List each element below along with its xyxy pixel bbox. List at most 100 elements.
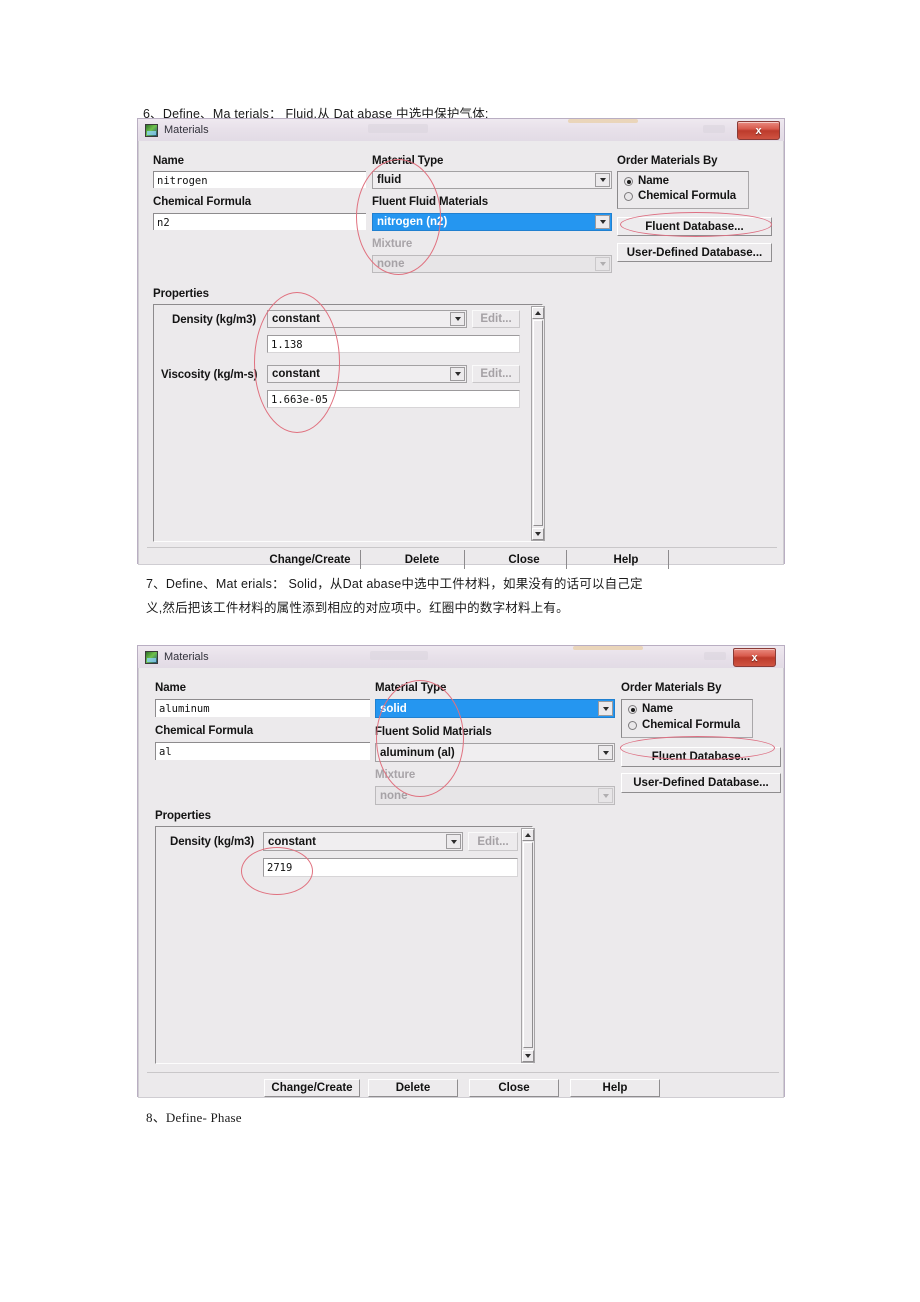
dialog1-properties-scrollbar[interactable] xyxy=(531,306,545,541)
dialog1-viscosity-method-combo[interactable]: constant xyxy=(267,365,467,383)
dialog2-change-create-button[interactable]: Change/Create xyxy=(264,1079,360,1097)
chevron-down-icon[interactable] xyxy=(595,173,610,187)
dialog1-viscosity-label: Viscosity (kg/m-s) xyxy=(161,369,258,381)
dialog2-radio-chemical-formula[interactable] xyxy=(628,721,637,730)
dialog2-fluent-materials-combo[interactable]: aluminum (al) xyxy=(375,743,615,762)
dialog1-change-create-button[interactable]: Change/Create xyxy=(262,551,358,568)
dialog2-titlebar[interactable]: Materials x xyxy=(138,646,784,668)
chevron-down-icon[interactable] xyxy=(598,701,613,716)
dialog1-viscosity-value-input[interactable]: 1.663e-05 xyxy=(267,390,520,408)
dialog2-material-type-label: Material Type xyxy=(375,682,447,694)
dialog1-radio-chemical-formula[interactable] xyxy=(624,192,633,201)
dialog2-radio-chemical-formula-label: Chemical Formula xyxy=(642,719,741,731)
chevron-down-icon xyxy=(595,257,610,271)
dialog1-material-type-label: Material Type xyxy=(372,155,444,167)
dialog2-fluent-materials-value: aluminum (al) xyxy=(380,746,455,759)
dialog2-material-type-combo[interactable]: solid xyxy=(375,699,615,718)
chevron-down-icon[interactable] xyxy=(450,367,465,381)
dialog2-density-method-value: constant xyxy=(268,835,316,848)
dialog1-title: Materials xyxy=(164,124,209,136)
dialog1-chemical-formula-label: Chemical Formula xyxy=(153,196,252,208)
scroll-down-icon[interactable] xyxy=(522,1050,534,1062)
dialog2-name-label: Name xyxy=(155,682,186,694)
dialog1-delete-button[interactable]: Delete xyxy=(382,551,462,568)
dialog2-density-value-input[interactable]: 2719 xyxy=(263,858,518,877)
dialog2-density-method-combo[interactable]: constant xyxy=(263,832,463,851)
dialog1-fluent-materials-combo[interactable]: nitrogen (n2) xyxy=(372,213,612,231)
dialog2-user-defined-database-button[interactable]: User-Defined Database... xyxy=(621,773,781,793)
dialog1-radio-name-label: Name xyxy=(638,175,669,187)
dialog1-material-type-combo[interactable]: fluid xyxy=(372,171,612,189)
dialog2-close-footer-button[interactable]: Close xyxy=(469,1079,559,1097)
dialog2-properties-scrollbar[interactable] xyxy=(521,828,535,1063)
scroll-up-icon[interactable] xyxy=(522,829,534,841)
dialog2-chemical-formula-label: Chemical Formula xyxy=(155,725,254,737)
dialog1-radio-name[interactable] xyxy=(624,177,633,186)
materials-app-icon xyxy=(145,650,158,664)
dialog1-mixture-value: none xyxy=(377,258,405,270)
dialog2-radio-name[interactable] xyxy=(628,705,637,714)
dialog2-help-button[interactable]: Help xyxy=(570,1079,660,1097)
dialog2-properties-panel: Density (kg/m3) constant Edit... 2719 xyxy=(155,826,533,1064)
dialog1-user-defined-database-button[interactable]: User-Defined Database... xyxy=(617,243,772,262)
dialog1-mixture-label: Mixture xyxy=(372,238,413,250)
dialog1-fluent-materials-value: nitrogen (n2) xyxy=(377,216,448,228)
document-page: 6、Define、Ma terials： Fluid,从 Dat abase 中… xyxy=(0,0,920,1302)
dialog1-help-button[interactable]: Help xyxy=(586,551,666,568)
dialog1-order-materials-group: Name Chemical Formula xyxy=(617,171,749,209)
dialog1-viscosity-edit-button: Edit... xyxy=(472,365,520,383)
dialog1-footer-divider xyxy=(147,547,777,548)
chevron-down-icon[interactable] xyxy=(598,745,613,760)
dialog1-name-input[interactable]: nitrogen xyxy=(153,171,366,188)
dialog1-viscosity-method-value: constant xyxy=(272,368,320,380)
dialog2-properties-label: Properties xyxy=(155,810,211,822)
dialog2-mixture-combo: none xyxy=(375,786,615,805)
dialog1-close-button[interactable]: x xyxy=(737,121,780,140)
dialog2-material-type-value: solid xyxy=(380,702,407,715)
titlebar-ghost-6 xyxy=(704,652,726,660)
scroll-up-icon[interactable] xyxy=(532,307,544,319)
doc-step-7-text-line2: 义,然后把该工件材料的属性添到相应的对应项中。红圈中的数字材料上有。 xyxy=(146,601,569,615)
dialog1-density-edit-button: Edit... xyxy=(472,310,520,328)
dialog2-mixture-value: none xyxy=(380,789,408,802)
dialog2-order-materials-by-label: Order Materials By xyxy=(621,682,722,694)
dialog1-titlebar[interactable]: Materials x xyxy=(138,119,784,141)
dialog2-close-button[interactable]: x xyxy=(733,648,776,667)
dialog2-fluent-materials-label: Fluent Solid Materials xyxy=(375,726,492,738)
chevron-down-icon[interactable] xyxy=(450,312,465,326)
footer-sep-2 xyxy=(464,550,465,569)
dialog1-mixture-combo: none xyxy=(372,255,612,273)
dialog2-delete-button[interactable]: Delete xyxy=(368,1079,458,1097)
dialog1-density-value-input[interactable]: 1.138 xyxy=(267,335,520,353)
dialog2-radio-name-label: Name xyxy=(642,703,673,715)
dialog2-chemical-formula-input[interactable]: al xyxy=(155,742,370,760)
dialog2-footer-divider xyxy=(147,1072,779,1073)
footer-sep-3 xyxy=(566,550,567,569)
scroll-down-icon[interactable] xyxy=(532,528,544,540)
titlebar-ghost-3 xyxy=(703,125,725,133)
titlebar-ghost-1 xyxy=(368,124,428,133)
dialog1-fluent-materials-label: Fluent Fluid Materials xyxy=(372,196,489,208)
dialog1-close-footer-button[interactable]: Close xyxy=(484,551,564,568)
chevron-down-icon[interactable] xyxy=(595,215,610,229)
dialog2-order-materials-group: Name Chemical Formula xyxy=(621,699,753,738)
materials-app-icon xyxy=(145,123,158,137)
scrollbar-thumb[interactable] xyxy=(533,320,543,526)
dialog2-density-edit-button: Edit... xyxy=(468,832,518,851)
dialog2-name-input[interactable]: aluminum xyxy=(155,699,370,717)
dialog1-body: Name nitrogen Chemical Formula n2 Materi… xyxy=(138,141,784,569)
chevron-down-icon xyxy=(598,788,613,803)
dialog1-properties-panel: Density (kg/m3) constant Edit... 1.138 V… xyxy=(153,304,543,542)
dialog1-density-method-combo[interactable]: constant xyxy=(267,310,467,328)
materials-dialog-1: Materials x Name nitrogen Chemical Formu… xyxy=(137,118,785,569)
dialog2-body: Name aluminum Chemical Formula al Materi… xyxy=(138,668,784,1098)
dialog2-fluent-database-button[interactable]: Fluent Database... xyxy=(621,747,781,767)
dialog1-material-type-value: fluid xyxy=(377,174,402,186)
chevron-down-icon[interactable] xyxy=(446,834,461,849)
dialog2-density-label: Density (kg/m3) xyxy=(170,836,255,848)
dialog1-chemical-formula-input[interactable]: n2 xyxy=(153,213,366,230)
dialog1-fluent-database-button[interactable]: Fluent Database... xyxy=(617,217,772,236)
scrollbar-thumb[interactable] xyxy=(523,842,533,1048)
dialog1-density-method-value: constant xyxy=(272,313,320,325)
doc-step-8-text: 8、Define- Phase xyxy=(146,1110,242,1125)
